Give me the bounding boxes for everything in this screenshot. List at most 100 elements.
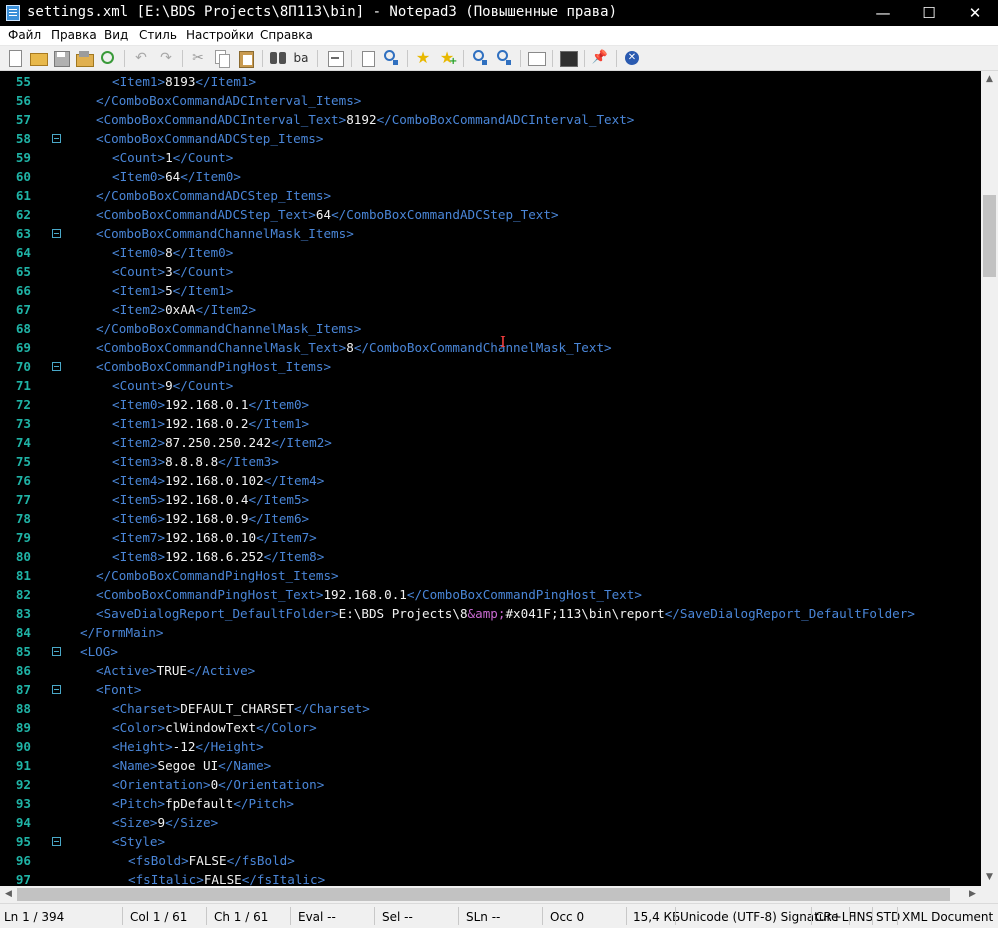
status-occurrences[interactable]: Occ 0 — [550, 910, 584, 924]
menu-file[interactable]: Файл — [8, 28, 41, 42]
editor-line[interactable]: 94 <Size>9</Size> — [0, 813, 981, 832]
schema-icon[interactable] — [527, 49, 546, 67]
scroll-left-arrow-icon[interactable]: ◀ — [0, 886, 17, 903]
editor-line[interactable]: 78 <Item6>192.168.0.9</Item6> — [0, 509, 981, 528]
editor-line[interactable]: 68 </ComboBoxCommandChannelMask_Items> — [0, 319, 981, 338]
editor-line[interactable]: 95 <Style> — [0, 832, 981, 851]
code-text: <Style> — [112, 832, 165, 851]
fold-toggle-icon[interactable] — [52, 837, 61, 846]
editor-line[interactable]: 91 <Name>Segoe UI</Name> — [0, 756, 981, 775]
status-selection[interactable]: Sel -- — [382, 910, 413, 924]
status-selected-lines[interactable]: SLn -- — [466, 910, 500, 924]
zoom-in-icon[interactable] — [471, 49, 489, 67]
cut-icon[interactable]: ✂ — [189, 49, 207, 67]
vertical-scroll-thumb[interactable] — [983, 195, 996, 277]
paste-icon[interactable] — [237, 49, 255, 68]
revert-icon[interactable] — [99, 49, 117, 67]
editor-line[interactable]: 73 <Item1>192.168.0.2</Item1> — [0, 414, 981, 433]
undo-icon[interactable]: ↶ — [132, 49, 150, 67]
editor-line[interactable]: 62 <ComboBoxCommandADCStep_Text>64</Combo… — [0, 205, 981, 224]
editor-line[interactable]: 58 <ComboBoxCommandADCStep_Items> — [0, 129, 981, 148]
pin-icon[interactable]: 📌 — [591, 49, 609, 67]
editor-line[interactable]: 97 <fsItalic>FALSE</fsItalic> — [0, 870, 981, 886]
horizontal-scrollbar[interactable]: ◀ ▶ — [0, 886, 981, 903]
editor-line[interactable]: 70 <ComboBoxCommandPingHost_Items> — [0, 357, 981, 376]
menu-edit[interactable]: Правка — [51, 28, 97, 42]
editor-line[interactable]: 61 </ComboBoxCommandADCStep_Items> — [0, 186, 981, 205]
add-favorite-icon[interactable]: ★ + — [438, 49, 458, 67]
status-ins[interactable]: INS — [853, 910, 873, 924]
editor-line[interactable]: 87 <Font> — [0, 680, 981, 699]
editor-line[interactable]: 80 <Item8>192.168.6.252</Item8> — [0, 547, 981, 566]
editor-line[interactable]: 55 <Item1>8193</Item1> — [0, 72, 981, 91]
redo-icon[interactable]: ↷ — [157, 49, 175, 67]
menu-help[interactable]: Справка — [260, 28, 313, 42]
editor-area[interactable]: 55 <Item1>8193</Item1> 56 </ComboBoxCommand… — [0, 71, 981, 886]
vertical-scrollbar[interactable]: ▲ ▼ — [981, 71, 998, 886]
editor-line[interactable]: 85 <LOG> — [0, 642, 981, 661]
new-file-icon[interactable] — [6, 49, 24, 67]
editor-line[interactable]: 77 <Item5>192.168.0.4</Item5> — [0, 490, 981, 509]
status-char[interactable]: Ch 1 / 61 — [214, 910, 268, 924]
editor-line[interactable]: 71 <Count>9</Count> — [0, 376, 981, 395]
fold-toggle-icon[interactable] — [52, 647, 61, 656]
status-eval[interactable]: Eval -- — [298, 910, 336, 924]
fold-toggle-icon[interactable] — [52, 229, 61, 238]
editor-line[interactable]: 89 <Color>clWindowText</Color> — [0, 718, 981, 737]
close-document-icon[interactable]: ✕ — [623, 49, 641, 67]
scroll-down-arrow-icon[interactable]: ▼ — [981, 869, 998, 886]
minimize-button[interactable]: — — [860, 0, 906, 26]
editor-line[interactable]: 75 <Item3>8.8.8.8</Item3> — [0, 452, 981, 471]
editor-line[interactable]: 88 <Charset>DEFAULT_CHARSET</Charset> — [0, 699, 981, 718]
editor-line[interactable]: 69 <ComboBoxCommandChannelMask_Text>8</Co… — [0, 338, 981, 357]
zoom-out-icon[interactable] — [495, 49, 513, 67]
editor-line[interactable]: 66 <Item1>5</Item1> — [0, 281, 981, 300]
copy-icon[interactable] — [212, 49, 230, 68]
editor-line[interactable]: 63 <ComboBoxCommandChannelMask_Items> — [0, 224, 981, 243]
editor-line[interactable]: 90 <Height>-12</Height> — [0, 737, 981, 756]
save-icon[interactable] — [52, 49, 70, 67]
status-column[interactable]: Col 1 / 61 — [130, 910, 187, 924]
fold-toggle-icon[interactable] — [52, 362, 61, 371]
editor-line[interactable]: 56 </ComboBoxCommandADCInterval_Items> — [0, 91, 981, 110]
editor-line[interactable]: 59 <Count>1</Count> — [0, 148, 981, 167]
editor-line[interactable]: 84 </FormMain> — [0, 623, 981, 642]
scroll-right-arrow-icon[interactable]: ▶ — [964, 886, 981, 903]
find-icon[interactable] — [269, 49, 287, 67]
editor-line[interactable]: 81 </ComboBoxCommandPingHost_Items> — [0, 566, 981, 585]
editor-line[interactable]: 65 <Count>3</Count> — [0, 262, 981, 281]
editor-line[interactable]: 86 <Active>TRUE</Active> — [0, 661, 981, 680]
menu-settings[interactable]: Настройки — [186, 28, 254, 42]
editor-line[interactable]: 64 <Item0>8</Item0> — [0, 243, 981, 262]
favorite-star-icon[interactable]: ★ — [414, 49, 432, 67]
editor-line[interactable]: 57 <ComboBoxCommandADCInterval_Text>8192<… — [0, 110, 981, 129]
editor-line[interactable]: 93 <Pitch>fpDefault</Pitch> — [0, 794, 981, 813]
editor-line[interactable]: 96 <fsBold>FALSE</fsBold> — [0, 851, 981, 870]
close-button[interactable]: ✕ — [952, 0, 998, 26]
editor-line[interactable]: 76 <Item4>192.168.0.102</Item4> — [0, 471, 981, 490]
fold-toggle-icon[interactable] — [52, 134, 61, 143]
scroll-up-arrow-icon[interactable]: ▲ — [981, 71, 998, 88]
goto-icon[interactable] — [359, 49, 377, 67]
horizontal-scroll-thumb[interactable] — [17, 888, 950, 901]
editor-line[interactable]: 67 <Item2>0xAA</Item2> — [0, 300, 981, 319]
editor-line[interactable]: 72 <Item0>192.168.0.1</Item0> — [0, 395, 981, 414]
search-web-icon[interactable] — [382, 49, 400, 67]
menu-style[interactable]: Стиль — [139, 28, 177, 42]
replace-icon[interactable]: ba — [292, 49, 310, 67]
editor-line[interactable]: 82 <ComboBoxCommandPingHost_Text>192.168.… — [0, 585, 981, 604]
editor-line[interactable]: 92 <Orientation>0</Orientation> — [0, 775, 981, 794]
status-lexer[interactable]: XML Document — [902, 910, 993, 924]
editor-line[interactable]: 60 <Item0>64</Item0> — [0, 167, 981, 186]
save-as-icon[interactable] — [75, 49, 94, 67]
console-icon[interactable] — [559, 49, 578, 67]
editor-line[interactable]: 79 <Item7>192.168.0.10</Item7> — [0, 528, 981, 547]
editor-line[interactable]: 83 <SaveDialogReport_DefaultFolder>E:\BDS… — [0, 604, 981, 623]
editor-line[interactable]: 74 <Item2>87.250.250.242</Item2> — [0, 433, 981, 452]
open-folder-icon[interactable] — [29, 49, 48, 67]
maximize-button[interactable]: ☐ — [906, 0, 952, 26]
menu-view[interactable]: Вид — [104, 28, 128, 42]
fold-toggle-icon[interactable] — [52, 685, 61, 694]
word-wrap-icon[interactable] — [326, 49, 344, 67]
status-line[interactable]: Ln 1 / 394 — [4, 910, 64, 924]
